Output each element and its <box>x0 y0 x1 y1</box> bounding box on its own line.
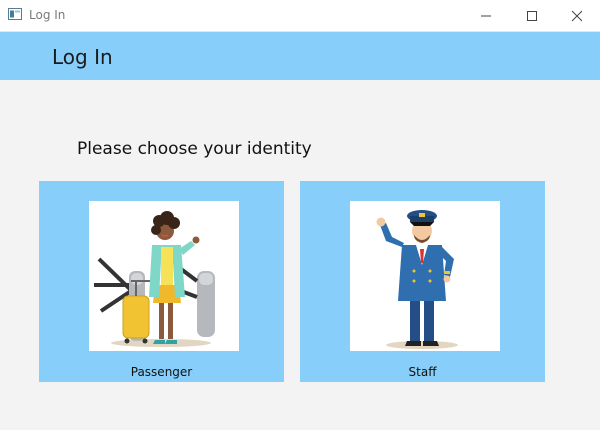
maximize-button[interactable] <box>509 0 555 31</box>
window-title: Log In <box>29 8 66 22</box>
pilot-illustration <box>350 201 500 351</box>
passenger-illustration <box>89 201 239 351</box>
window-titlebar[interactable]: Log In <box>0 0 600 32</box>
minimize-icon <box>481 15 491 16</box>
page-title: Log In <box>52 45 113 69</box>
minimize-button[interactable] <box>463 0 509 31</box>
passenger-card[interactable]: Passenger <box>39 181 284 382</box>
close-button[interactable] <box>554 0 600 31</box>
header-bar: Log In <box>0 32 600 80</box>
app-icon <box>8 8 22 20</box>
close-icon <box>571 10 583 21</box>
staff-label: Staff <box>408 365 437 379</box>
passenger-label: Passenger <box>130 365 193 379</box>
identity-prompt: Please choose your identity <box>77 139 312 159</box>
staff-card[interactable]: Staff <box>300 181 545 382</box>
maximize-icon <box>527 10 537 21</box>
